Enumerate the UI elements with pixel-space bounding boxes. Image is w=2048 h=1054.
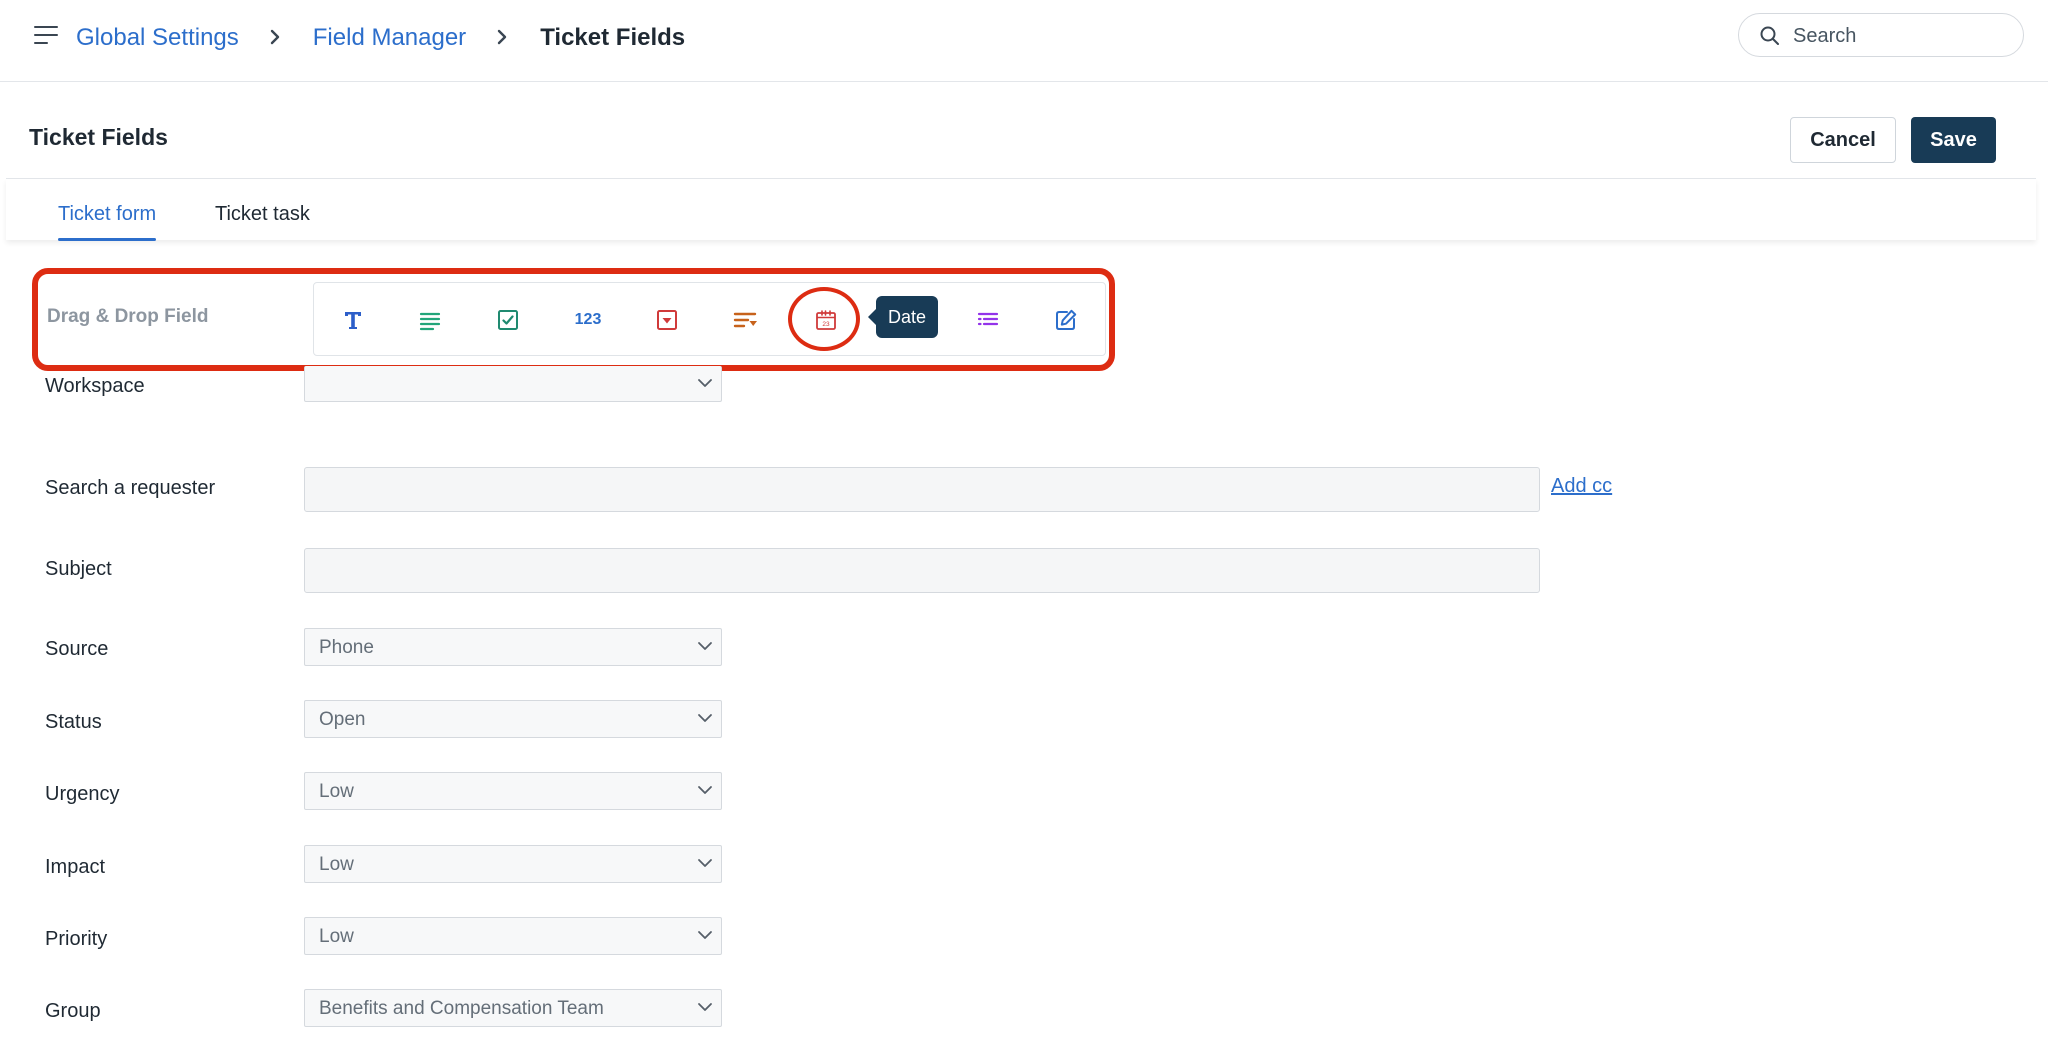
chevron-right-icon — [270, 29, 279, 45]
status-value: Open — [319, 709, 366, 730]
source-select[interactable]: Phone — [304, 628, 722, 666]
status-select[interactable]: Open — [304, 700, 722, 738]
edit-icon — [1056, 309, 1077, 330]
urgency-select[interactable]: Low — [304, 772, 722, 810]
checkbox-field-tool[interactable] — [484, 296, 532, 344]
chevron-down-icon — [698, 714, 712, 722]
impact-select[interactable]: Low — [304, 845, 722, 883]
tab-bar: Ticket form Ticket task — [6, 179, 2036, 241]
tab-ticket-task[interactable]: Ticket task — [215, 203, 310, 226]
svg-text:23: 23 — [822, 321, 830, 328]
breadcrumb-field-manager[interactable]: Field Manager — [313, 24, 466, 52]
chevron-down-icon — [698, 1003, 712, 1011]
workspace-label: Workspace — [45, 375, 145, 397]
number-field-tool[interactable]: 123 — [564, 296, 612, 344]
paragraph-icon — [419, 312, 441, 331]
date-tooltip: Date — [867, 296, 939, 338]
search-icon — [1760, 26, 1779, 45]
subject-label: Subject — [45, 558, 112, 580]
urgency-value: Low — [319, 781, 354, 802]
multi-select-icon — [977, 312, 999, 326]
chevron-down-icon — [698, 931, 712, 939]
search-input[interactable] — [1791, 20, 2015, 52]
page-title: Ticket Fields — [29, 124, 168, 150]
impact-value: Low — [319, 854, 354, 875]
priority-label: Priority — [45, 928, 108, 950]
date-field-tool[interactable]: 23 — [802, 296, 850, 344]
group-select[interactable]: Benefits and Compensation Team — [304, 989, 722, 1027]
chevron-right-icon — [497, 29, 507, 45]
requester-search-input[interactable] — [304, 467, 1540, 512]
dependent-field-tool[interactable] — [722, 296, 770, 344]
add-cc-link[interactable]: Add cc — [1551, 475, 1612, 498]
search-box[interactable] — [1738, 13, 2024, 57]
top-bar: Global Settings Field Manager Ticket Fie… — [0, 0, 2048, 82]
text-icon — [345, 312, 361, 329]
breadcrumb-global-settings[interactable]: Global Settings — [76, 24, 239, 52]
save-button[interactable]: Save — [1911, 117, 1996, 163]
priority-select[interactable]: Low — [304, 917, 722, 955]
source-value: Phone — [319, 637, 374, 658]
tab-ticket-form[interactable]: Ticket form — [58, 203, 157, 241]
dropdown-field-tool[interactable] — [643, 296, 691, 344]
breadcrumb-ticket-fields: Ticket Fields — [540, 24, 686, 51]
priority-value: Low — [319, 926, 354, 947]
paragraph-field-tool[interactable] — [406, 296, 454, 344]
chevron-down-icon — [698, 786, 712, 794]
chevron-down-icon — [698, 859, 712, 867]
urgency-label: Urgency — [45, 783, 120, 805]
impact-label: Impact — [45, 856, 106, 878]
requester-label: Search a requester — [45, 477, 216, 499]
menu-icon[interactable] — [34, 26, 60, 44]
group-label: Group — [45, 1000, 101, 1022]
workspace-select[interactable] — [304, 366, 722, 402]
subject-input[interactable] — [304, 548, 1540, 593]
dropdown-icon — [657, 310, 677, 330]
chevron-down-icon — [698, 642, 712, 650]
edit-field-tool[interactable] — [1042, 296, 1090, 344]
checkbox-icon — [498, 310, 518, 330]
breadcrumb: Global Settings Field Manager Ticket Fie… — [76, 24, 685, 52]
group-value: Benefits and Compensation Team — [319, 998, 604, 1019]
text-field-tool[interactable] — [329, 296, 377, 344]
multi-select-field-tool[interactable] — [964, 296, 1012, 344]
chevron-down-icon — [698, 379, 712, 387]
calendar-icon: 23 — [816, 310, 836, 330]
drag-drop-label: Drag & Drop Field — [47, 306, 209, 327]
dependent-dropdown-icon — [733, 312, 757, 328]
number-icon: 123 — [574, 311, 602, 328]
cancel-button[interactable]: Cancel — [1790, 117, 1896, 163]
field-toolbox: 123 23 Date — [313, 282, 1106, 356]
status-label: Status — [45, 711, 102, 733]
source-label: Source — [45, 638, 109, 660]
